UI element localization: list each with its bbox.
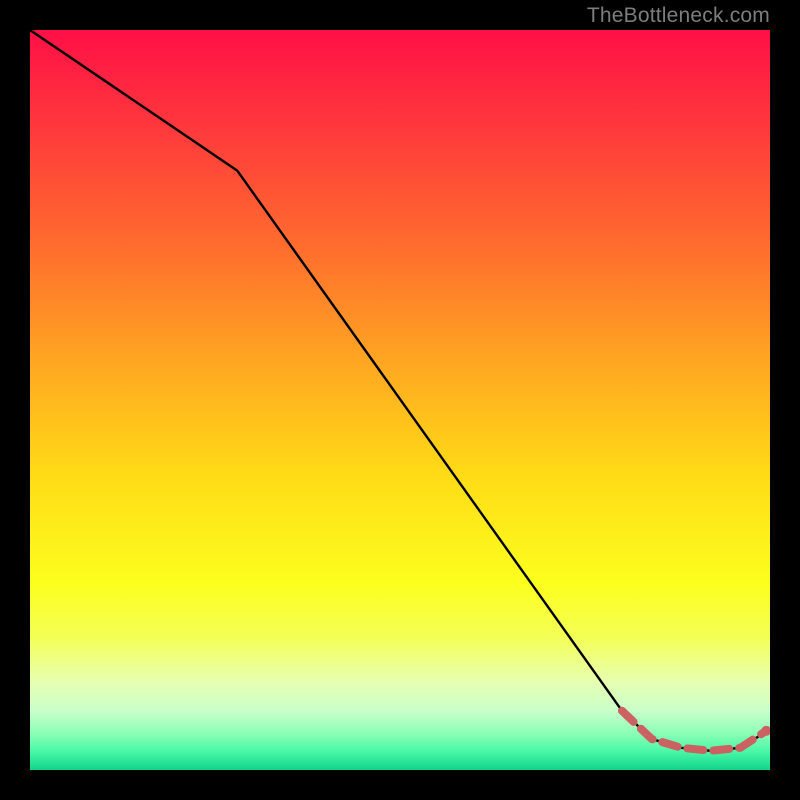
attribution-text: TheBottleneck.com	[587, 4, 770, 28]
chart-stage: TheBottleneck.com	[0, 0, 800, 800]
plot-area	[30, 30, 770, 770]
bottleneck-curve	[30, 30, 770, 751]
target-floor	[622, 711, 766, 751]
line-layer	[30, 30, 770, 770]
